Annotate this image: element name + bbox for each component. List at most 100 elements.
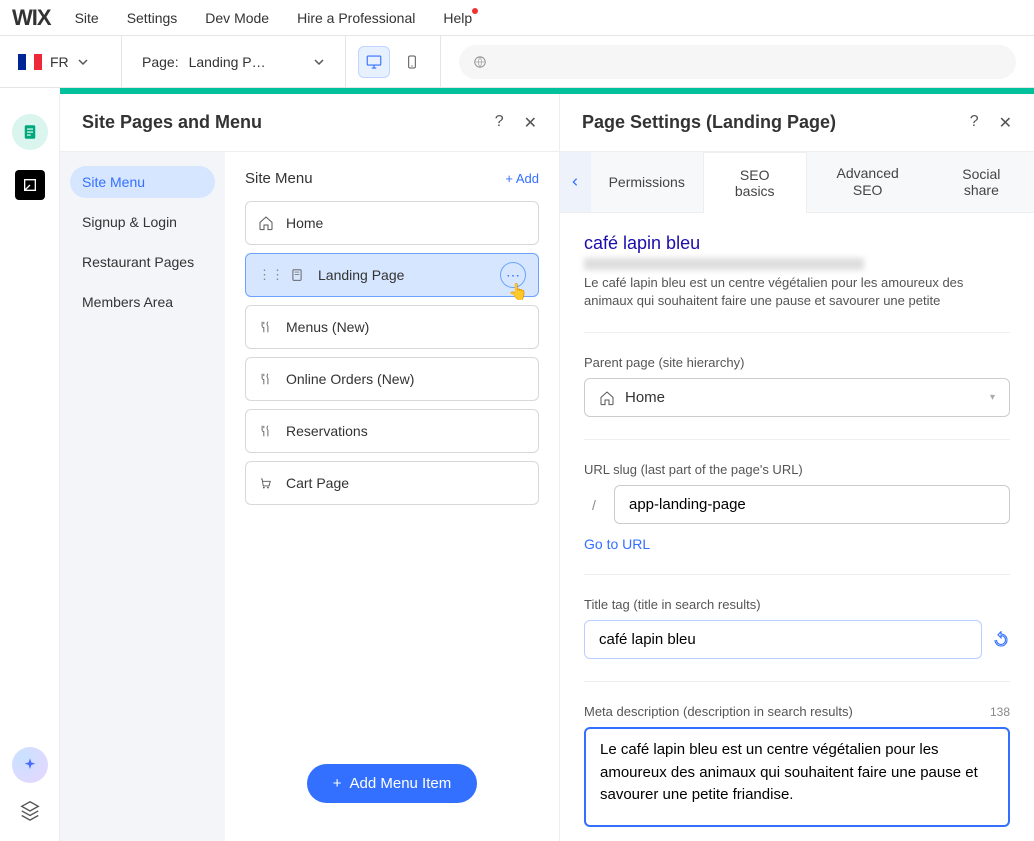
- left-rail: [0, 94, 60, 841]
- rail-pages-button[interactable]: [12, 114, 48, 150]
- parent-page-value: Home: [625, 389, 665, 406]
- menu-item-online-orders[interactable]: Online Orders (New): [245, 357, 539, 401]
- page-label: Page:: [142, 54, 179, 70]
- fork-icon: [258, 424, 276, 438]
- add-link[interactable]: + Add: [505, 171, 539, 186]
- menu-devmode[interactable]: Dev Mode: [205, 10, 269, 26]
- page-name: Landing P…: [189, 54, 266, 70]
- chevron-down-icon: [77, 56, 89, 68]
- add-menu-item-label: Add Menu Item: [350, 775, 452, 792]
- url-bar: [441, 36, 1034, 87]
- sidebar-item-members-area[interactable]: Members Area: [70, 286, 215, 318]
- language-selector[interactable]: FR: [0, 36, 122, 87]
- toolbar: FR Page: Landing P…: [0, 36, 1034, 88]
- menu-item-label: Home: [286, 215, 323, 231]
- tab-seo-basics[interactable]: SEO basics: [703, 152, 807, 213]
- divider: [584, 574, 1010, 575]
- page-settings-panel: Page Settings (Landing Page) ? ✕ Permiss…: [560, 94, 1034, 841]
- pages-sidebar: Site Menu Signup & Login Restaurant Page…: [60, 152, 225, 841]
- home-icon: [599, 390, 615, 406]
- menu-help-label: Help: [443, 10, 472, 26]
- meta-description-textarea[interactable]: [584, 727, 1010, 827]
- sparkle-icon: [22, 757, 38, 773]
- menu-hire[interactable]: Hire a Professional: [297, 10, 415, 26]
- layers-icon: [19, 799, 41, 821]
- menu-item-home[interactable]: Home: [245, 201, 539, 245]
- square-icon: [22, 177, 38, 193]
- preview-description: Le café lapin bleu est un centre végétal…: [584, 274, 1010, 310]
- site-pages-title: Site Pages and Menu: [82, 112, 262, 133]
- divider: [584, 681, 1010, 682]
- reset-button[interactable]: [992, 631, 1010, 649]
- chevron-down-icon: [313, 56, 325, 68]
- divider: [584, 332, 1010, 333]
- mobile-icon: [404, 54, 420, 70]
- meta-description-label: Meta description (description in search …: [584, 704, 853, 719]
- settings-tabs: Permissions SEO basics Advanced SEO Soci…: [560, 152, 1034, 213]
- menu-area: Site Menu + Add Home ⋮⋮ Landing Page ⋯ 👆: [225, 152, 559, 841]
- help-button[interactable]: ?: [970, 113, 979, 133]
- viewport-switcher: [346, 36, 441, 87]
- home-icon: [258, 215, 276, 231]
- url-slug-input[interactable]: [614, 485, 1010, 524]
- sidebar-item-signup-login[interactable]: Signup & Login: [70, 206, 215, 238]
- preview-title: café lapin bleu: [584, 233, 1010, 254]
- page-settings-title: Page Settings (Landing Page): [582, 112, 836, 133]
- close-button[interactable]: ✕: [999, 113, 1012, 133]
- menu-site[interactable]: Site: [75, 10, 99, 26]
- tab-social-share[interactable]: Social share: [929, 152, 1034, 212]
- menu-settings[interactable]: Settings: [127, 10, 178, 26]
- page-icon: [290, 268, 308, 282]
- preview-url: [584, 258, 864, 270]
- main-layout: Site Pages and Menu ? ✕ Site Menu Signup…: [0, 94, 1034, 841]
- slash-label: /: [584, 497, 604, 513]
- menu-item-cart-page[interactable]: Cart Page: [245, 461, 539, 505]
- menu-item-label: Cart Page: [286, 475, 349, 491]
- topbar: WIX Site Settings Dev Mode Hire a Profes…: [0, 0, 1034, 36]
- help-button[interactable]: ?: [495, 113, 504, 133]
- more-options-button[interactable]: ⋯: [500, 262, 526, 288]
- chevron-left-icon: [570, 177, 580, 187]
- refresh-icon: [992, 631, 1010, 649]
- drag-handle-icon[interactable]: ⋮⋮: [258, 267, 284, 283]
- fork-icon: [258, 320, 276, 334]
- meta-char-count: 138: [990, 705, 1010, 719]
- rail-ai-button[interactable]: [12, 747, 48, 783]
- tab-label: Advanced SEO: [825, 165, 911, 199]
- search-preview: café lapin bleu Le café lapin bleu est u…: [584, 233, 1010, 310]
- close-button[interactable]: ✕: [524, 113, 537, 133]
- menu-item-menus[interactable]: Menus (New): [245, 305, 539, 349]
- flag-icon: [18, 54, 42, 70]
- site-pages-header: Site Pages and Menu ? ✕: [60, 94, 559, 152]
- menu-help[interactable]: Help: [443, 10, 472, 26]
- page-selector[interactable]: Page: Landing P…: [122, 36, 346, 87]
- url-field[interactable]: [459, 45, 1016, 79]
- go-to-url-link[interactable]: Go to URL: [584, 536, 650, 552]
- title-tag-input[interactable]: [584, 620, 982, 659]
- tab-scroll-left[interactable]: [560, 152, 591, 212]
- menu-item-reservations[interactable]: Reservations: [245, 409, 539, 453]
- menu-item-label: Menus (New): [286, 319, 369, 335]
- sidebar-item-restaurant-pages[interactable]: Restaurant Pages: [70, 246, 215, 278]
- tab-advanced-seo[interactable]: Advanced SEO: [807, 152, 929, 212]
- tab-permissions[interactable]: Permissions: [591, 152, 703, 212]
- desktop-view-button[interactable]: [358, 46, 390, 78]
- globe-icon: [473, 55, 487, 69]
- site-pages-panel: Site Pages and Menu ? ✕ Site Menu Signup…: [60, 94, 560, 841]
- menu-item-label: Online Orders (New): [286, 371, 414, 387]
- page-settings-header: Page Settings (Landing Page) ? ✕: [560, 94, 1034, 152]
- menu-item-landing-page[interactable]: ⋮⋮ Landing Page ⋯ 👆: [245, 253, 539, 297]
- site-menu-heading: Site Menu: [245, 170, 313, 187]
- chevron-down-icon: ▾: [990, 392, 995, 403]
- wix-logo: WIX: [12, 5, 51, 31]
- mobile-view-button[interactable]: [396, 46, 428, 78]
- title-tag-label: Title tag (title in search results): [584, 597, 1010, 612]
- add-menu-item-button[interactable]: + Add Menu Item: [307, 764, 477, 803]
- sidebar-item-site-menu[interactable]: Site Menu: [70, 166, 215, 198]
- parent-page-select[interactable]: Home ▾: [584, 378, 1010, 417]
- seo-basics-content: café lapin bleu Le café lapin bleu est u…: [560, 213, 1034, 841]
- notification-dot-icon: [472, 8, 478, 14]
- rail-cms-button[interactable]: [15, 170, 45, 200]
- menu-item-label: Reservations: [286, 423, 368, 439]
- rail-layers-button[interactable]: [19, 799, 41, 821]
